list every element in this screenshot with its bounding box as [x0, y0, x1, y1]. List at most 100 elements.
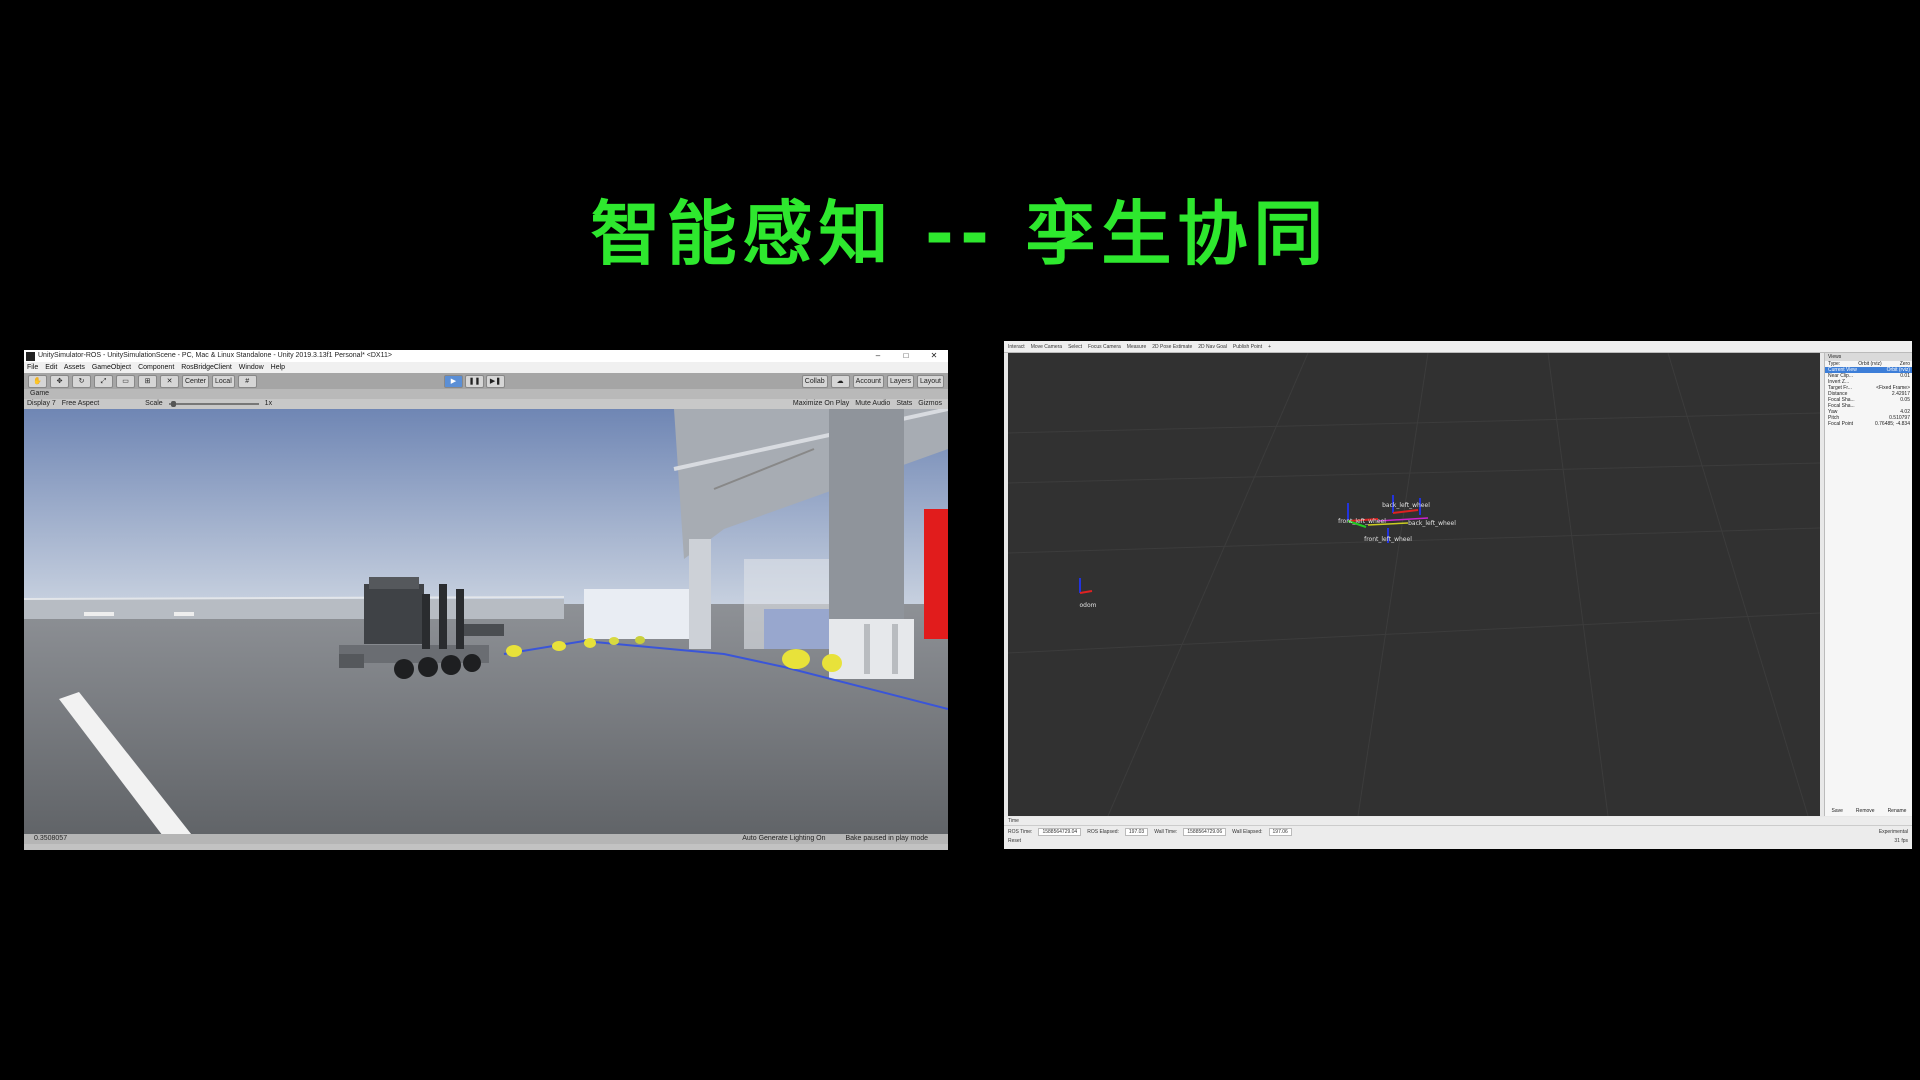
menu-help[interactable]: Help: [271, 364, 285, 371]
game-tab[interactable]: Game: [24, 389, 948, 399]
reset-button[interactable]: Reset: [1008, 838, 1021, 844]
custom-tool-icon[interactable]: ✕: [160, 374, 179, 388]
window-title: UnitySimulator-ROS - UnitySimulationScen…: [38, 352, 392, 359]
rviz-window: Interact Move Camera Select Focus Camera…: [1004, 341, 1912, 849]
menu-rosbridgeclient[interactable]: RosBridgeClient: [181, 364, 232, 371]
tool-select[interactable]: Select: [1068, 344, 1082, 350]
scale-tool-icon[interactable]: ⤢: [94, 374, 113, 388]
add-tool-icon[interactable]: +: [1268, 344, 1271, 350]
save-button[interactable]: Save: [1832, 808, 1843, 814]
frame-label: front_left_wheel: [1364, 536, 1412, 543]
pivot-center-button[interactable]: Center: [182, 374, 210, 388]
rviz-3d-view[interactable]: back_left_wheel front_left_wheel back_le…: [1008, 353, 1820, 816]
tool-move-camera[interactable]: Move Camera: [1031, 344, 1062, 350]
tool-measure[interactable]: Measure: [1127, 344, 1146, 350]
rviz-scene-render: back_left_wheel front_left_wheel back_le…: [1008, 353, 1820, 816]
marker: [609, 637, 619, 645]
time-panel: Time ROS Time: 1588564729.04 ROS Elapsed…: [1004, 817, 1912, 849]
tool-2d-nav-goal[interactable]: 2D Nav Goal: [1198, 344, 1227, 350]
marker: [782, 649, 810, 669]
building: [584, 589, 694, 639]
marker: [822, 654, 842, 672]
frame-label: back_left_wheel: [1382, 502, 1430, 509]
marker: [584, 638, 596, 648]
type-dropdown[interactable]: Orbit (rviz): [1858, 361, 1881, 367]
scale-value: 1x: [264, 400, 273, 407]
view-property-row[interactable]: Focal Point 0.76485; -4.834: [1825, 421, 1912, 427]
bake-status: Bake paused in play mode: [845, 835, 929, 842]
marker: [635, 636, 645, 644]
menu-file[interactable]: File: [27, 364, 38, 371]
tool-publish-point[interactable]: Publish Point: [1233, 344, 1262, 350]
game-scene-render: [24, 407, 948, 844]
frame-label: back_left_wheel: [1408, 520, 1456, 527]
tool-interact[interactable]: Interact: [1008, 344, 1025, 350]
marker: [552, 641, 566, 651]
unity-window: UnitySimulator-ROS - UnitySimulationScen…: [24, 350, 948, 850]
wall-elapsed-value: 197.06: [1268, 828, 1292, 836]
mute-audio-toggle[interactable]: Mute Audio: [855, 399, 890, 409]
layers-dropdown[interactable]: Layers: [886, 374, 914, 388]
stats-toggle[interactable]: Stats: [896, 399, 912, 409]
menu-edit[interactable]: Edit: [45, 364, 57, 371]
red-wall: [924, 509, 948, 639]
fps-readout: 31 fps: [1894, 838, 1908, 844]
unity-titlebar: UnitySimulator-ROS - UnitySimulationScen…: [24, 350, 948, 362]
status-value: 0.3508057: [34, 835, 68, 842]
move-tool-icon[interactable]: ✥: [50, 374, 69, 388]
tf-frames: [1079, 495, 1429, 594]
maximize-icon[interactable]: □: [892, 350, 920, 362]
rename-button[interactable]: Rename: [1888, 808, 1907, 814]
pillar: [829, 409, 904, 619]
wall-time-label: Wall Time:: [1154, 829, 1178, 835]
cloud-icon[interactable]: ☁: [830, 374, 850, 388]
rect-tool-icon[interactable]: ▭: [116, 374, 135, 388]
aspect-dropdown[interactable]: Free Aspect: [62, 399, 99, 409]
scale-slider-handle[interactable]: [170, 401, 176, 407]
account-dropdown[interactable]: Account: [852, 374, 884, 388]
lighting-status: Auto Generate Lighting On: [742, 835, 826, 842]
menu-component[interactable]: Component: [138, 364, 174, 371]
pause-icon[interactable]: ❚❚: [465, 375, 484, 388]
menu-window[interactable]: Window: [239, 364, 264, 371]
play-controls: ▶ ❚❚ ▶❚: [444, 375, 505, 388]
play-icon[interactable]: ▶: [444, 375, 463, 388]
views-panel: Views Type: Orbit (rviz) Zero Current Vi…: [1824, 353, 1912, 816]
menu-bar: File Edit Assets GameObject Component Ro…: [24, 362, 948, 373]
wall-elapsed-label: Wall Elapsed:: [1232, 829, 1263, 835]
close-icon[interactable]: ✕: [920, 350, 948, 362]
remove-button[interactable]: Remove: [1856, 808, 1875, 814]
experimental-checkbox[interactable]: Experimental: [1879, 829, 1908, 835]
step-icon[interactable]: ▶❚: [486, 375, 505, 388]
views-header: Views: [1825, 353, 1912, 361]
ros-time-value: 1588564729.04: [1038, 828, 1082, 836]
tool-2d-pose-estimate[interactable]: 2D Pose Estimate: [1152, 344, 1192, 350]
game-view-bar: Display 7 Free Aspect Scale 1x Maximize …: [24, 399, 948, 409]
maximize-on-play-toggle[interactable]: Maximize On Play: [793, 399, 849, 409]
pivot-local-button[interactable]: Local: [212, 374, 235, 388]
rviz-toolbar: Interact Move Camera Select Focus Camera…: [1004, 341, 1912, 353]
scale-label: Scale: [145, 400, 163, 407]
ros-time-label: ROS Time:: [1008, 829, 1033, 835]
menu-gameobject[interactable]: GameObject: [92, 364, 131, 371]
tool-focus-camera[interactable]: Focus Camera: [1088, 344, 1121, 350]
frame-label-odom: odom: [1080, 602, 1097, 609]
unity-toolbar: ✋ ✥ ↻ ⤢ ▭ ⊞ ✕ Center Local # ▶ ❚❚ ▶❚ Col…: [24, 373, 948, 389]
unity-logo-icon: [26, 351, 35, 361]
gizmos-dropdown[interactable]: Gizmos: [918, 399, 942, 409]
minimize-icon[interactable]: –: [864, 350, 892, 362]
hand-tool-icon[interactable]: ✋: [28, 374, 47, 388]
menu-assets[interactable]: Assets: [64, 364, 85, 371]
rotate-tool-icon[interactable]: ↻: [72, 374, 91, 388]
marker: [506, 645, 522, 657]
headline: 智能感知 -- 孪生协同: [590, 193, 1330, 275]
ground-grid: [1008, 353, 1820, 816]
layout-dropdown[interactable]: Layout: [916, 374, 944, 388]
display-dropdown[interactable]: Display 7: [27, 399, 56, 409]
ros-elapsed-label: ROS Elapsed:: [1087, 829, 1119, 835]
grid-snap-icon[interactable]: #: [237, 374, 257, 388]
transform-tool-icon[interactable]: ⊞: [138, 374, 157, 388]
scale-slider[interactable]: [168, 401, 259, 407]
game-view[interactable]: 0.3508057 Auto Generate Lighting On Bake…: [24, 407, 948, 844]
collab-button[interactable]: Collab: [801, 374, 828, 388]
